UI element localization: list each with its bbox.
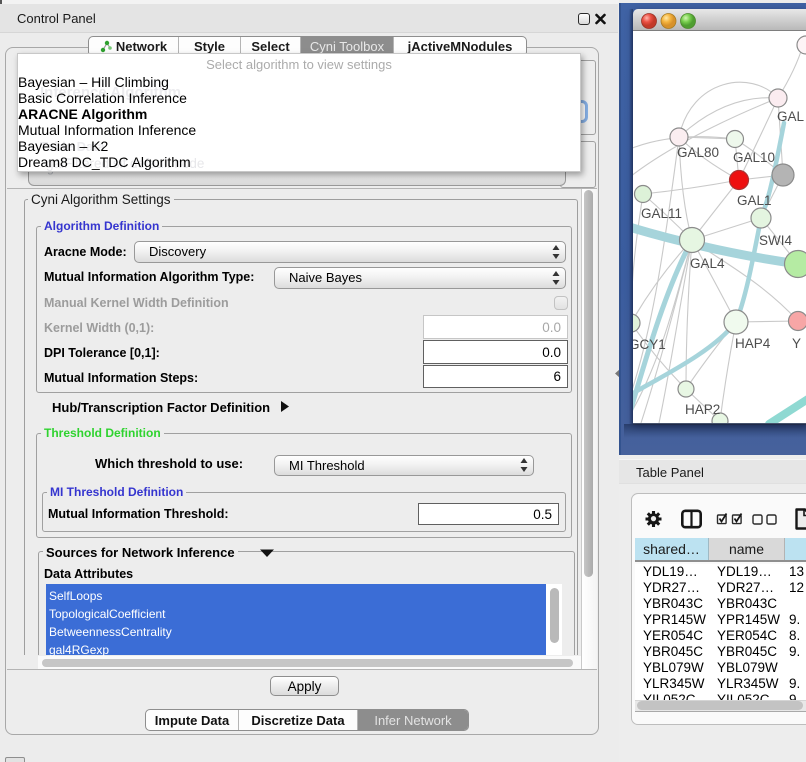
svg-text:GCY1: GCY1 [633, 337, 666, 352]
svg-text:HAP4: HAP4 [735, 336, 771, 351]
svg-text:SWI4: SWI4 [759, 233, 792, 248]
svg-text:GAL80: GAL80 [677, 145, 719, 160]
svg-text:GAL11: GAL11 [641, 206, 682, 221]
svg-text:GAL10: GAL10 [733, 150, 775, 165]
svg-text:Y: Y [792, 336, 801, 351]
svg-text:GAL4: GAL4 [690, 256, 725, 271]
svg-text:HAP2: HAP2 [685, 402, 720, 417]
svg-text:GAL1: GAL1 [737, 193, 772, 208]
svg-text:GAL: GAL [777, 109, 805, 124]
